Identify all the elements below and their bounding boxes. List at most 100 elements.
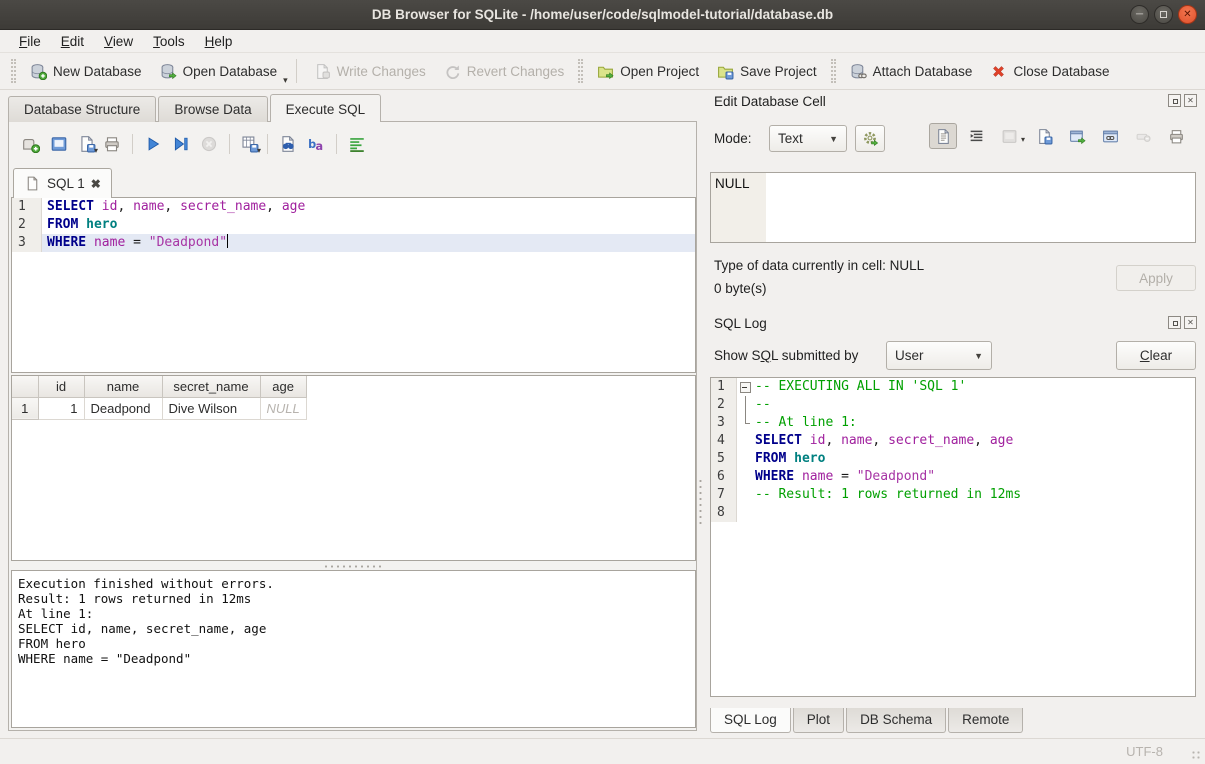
print-cell-button[interactable] <box>1162 123 1190 149</box>
edit-cell-dock-buttons: ✕ <box>1168 94 1197 107</box>
cell-value-editor[interactable]: NULL <box>710 172 1196 243</box>
bottom-tab-sql-log[interactable]: SQL Log <box>710 708 791 733</box>
table-cell[interactable]: 1 <box>38 397 84 419</box>
sql-editor-tab[interactable]: SQL 1 ✖ <box>13 168 112 198</box>
print-button[interactable] <box>98 131 126 157</box>
menu-edit[interactable]: Edit <box>52 32 93 51</box>
tab-execute-sql[interactable]: Execute SQL <box>270 94 382 122</box>
save-cell-button[interactable] <box>1030 123 1058 149</box>
column-header-id[interactable]: id <box>38 376 84 397</box>
vertical-splitter-handle[interactable] <box>699 478 702 524</box>
titlebar[interactable]: DB Browser for SQLite - /home/user/code/… <box>0 0 1205 30</box>
sql-log-view[interactable]: 1-- EXECUTING ALL IN 'SQL 1'2--3-- At li… <box>710 377 1196 697</box>
apply-button[interactable]: Apply <box>1116 265 1196 291</box>
word-wrap-button[interactable] <box>343 131 371 157</box>
column-header-age[interactable]: age <box>260 376 306 397</box>
open-project-button[interactable]: Open Project <box>588 58 708 85</box>
word-wrap-cell-icon <box>968 128 985 145</box>
external-edit-button[interactable] <box>1096 123 1124 149</box>
menu-tools[interactable]: Tools <box>144 32 194 51</box>
line-number: 2 <box>711 396 737 414</box>
float-panel-icon[interactable] <box>1168 316 1181 329</box>
svg-text:a: a <box>315 140 323 153</box>
float-panel-icon[interactable] <box>1168 94 1181 107</box>
clear-log-button[interactable]: Clear <box>1116 341 1196 370</box>
sql-editor[interactable]: 1SELECT id, name, secret_name, age2FROM … <box>11 197 696 373</box>
toolbar-separator <box>132 134 133 154</box>
new-database-button[interactable]: New Database <box>21 58 151 85</box>
line-number: 2 <box>12 216 42 234</box>
edit-cell-title: Edit Database Cell <box>714 94 826 109</box>
log-line: 1-- EXECUTING ALL IN 'SQL 1' <box>711 378 1195 396</box>
log-code-line: SELECT id, name, secret_name, age <box>753 432 1195 450</box>
bottom-tab-plot[interactable]: Plot <box>793 708 844 733</box>
column-header-name[interactable]: name <box>84 376 162 397</box>
print-icon <box>103 135 121 153</box>
close-icon[interactable]: ✕ <box>1178 5 1197 24</box>
row-number-header[interactable] <box>12 376 38 397</box>
execute-all-button[interactable] <box>139 131 167 157</box>
write-changes-button[interactable]: Write Changes <box>305 58 435 85</box>
close-panel-icon[interactable]: ✕ <box>1184 316 1197 329</box>
chevron-down-icon: ▼ <box>974 351 983 361</box>
revert-changes-button[interactable]: Revert Changes <box>435 58 574 85</box>
menu-help[interactable]: Help <box>196 32 242 51</box>
bottom-tab-remote[interactable]: Remote <box>948 708 1023 733</box>
new-sql-tab-button[interactable] <box>17 131 45 157</box>
right-dock: Edit Database Cell ✕ Mode: Text▼ ▾ NULL … <box>705 90 1205 738</box>
toolbar-separator <box>296 59 297 83</box>
line-number: 7 <box>711 486 737 504</box>
column-header-secret_name[interactable]: secret_name <box>162 376 260 397</box>
open-database-button[interactable]: Open Database <box>151 58 287 85</box>
menu-bar: FileEditViewToolsHelp <box>0 30 1205 53</box>
dropdown-arrow-icon[interactable]: ▾ <box>257 146 261 155</box>
menu-file[interactable]: File <box>10 32 50 51</box>
menu-view[interactable]: View <box>95 32 142 51</box>
export-cell-button[interactable] <box>1063 123 1091 149</box>
table-cell[interactable]: Dive Wilson <box>162 397 260 419</box>
attach-database-button[interactable]: Attach Database <box>841 58 982 85</box>
fold-column <box>737 396 753 414</box>
auto-apply-button[interactable] <box>855 125 885 152</box>
save-project-button[interactable]: Save Project <box>708 58 826 85</box>
tab-browse-data[interactable]: Browse Data <box>158 96 267 122</box>
execute-line-button[interactable] <box>167 131 195 157</box>
set-null-button[interactable] <box>1129 123 1157 149</box>
table-cell[interactable]: Deadpond <box>84 397 162 419</box>
log-line: 4SELECT id, name, secret_name, age <box>711 432 1195 450</box>
table-row[interactable]: 11DeadpondDive WilsonNULL <box>12 397 306 419</box>
stop-button[interactable] <box>195 131 223 157</box>
execute-line-icon <box>172 135 190 153</box>
find-replace-button[interactable] <box>274 131 302 157</box>
log-filter-select[interactable]: User▼ <box>886 341 992 370</box>
main-content: Database StructureBrowse DataExecute SQL… <box>0 90 1205 738</box>
results-grid[interactable]: idnamesecret_nameage11DeadpondDive Wilso… <box>11 375 696 561</box>
format-sql-button[interactable]: ba <box>302 131 330 157</box>
close-database-button[interactable]: Close Database <box>981 58 1118 85</box>
open-project-icon <box>597 63 614 80</box>
text-mode-button[interactable] <box>929 123 957 149</box>
table-cell[interactable]: NULL <box>260 397 306 419</box>
text-mode-icon <box>935 128 952 145</box>
dropdown-arrow-icon[interactable]: ▾ <box>283 75 288 89</box>
import-cell-button[interactable] <box>995 123 1023 149</box>
open-sql-file-button[interactable] <box>45 131 73 157</box>
editor-line[interactable]: 2FROM hero <box>12 216 695 234</box>
log-line: 3-- At line 1: <box>711 414 1195 432</box>
mode-select[interactable]: Text▼ <box>769 125 847 152</box>
bottom-tab-db-schema[interactable]: DB Schema <box>846 708 946 733</box>
external-edit-icon <box>1102 128 1119 145</box>
resize-grip[interactable] <box>1191 750 1201 760</box>
splitter-handle[interactable] <box>323 565 383 568</box>
minimize-icon[interactable]: ─ <box>1130 5 1149 24</box>
tab-database-structure[interactable]: Database Structure <box>8 96 156 122</box>
maximize-icon[interactable] <box>1154 5 1173 24</box>
editor-line[interactable]: 1SELECT id, name, secret_name, age <box>12 198 695 216</box>
close-panel-icon[interactable]: ✕ <box>1184 94 1197 107</box>
fold-marker-icon[interactable] <box>737 378 753 396</box>
word-wrap-cell-button[interactable] <box>962 123 990 149</box>
cell-value: NULL <box>715 176 750 191</box>
close-tab-icon[interactable]: ✖ <box>91 177 101 191</box>
toolbar-button-label: New Database <box>53 64 142 79</box>
editor-line[interactable]: 3WHERE name = "Deadpond" <box>12 234 695 252</box>
